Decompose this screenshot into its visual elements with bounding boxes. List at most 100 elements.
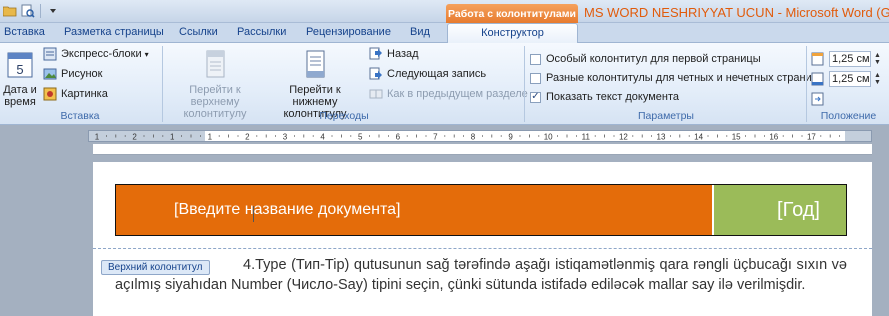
header-title-placeholder[interactable]: [Введите название документа]: [116, 185, 712, 235]
picture-button[interactable]: Рисунок: [42, 65, 103, 83]
group-label-position: Положение: [820, 110, 877, 122]
quick-parts-button[interactable]: Экспресс-блоки ▾: [42, 45, 149, 63]
calendar-icon: 5: [7, 52, 33, 78]
checkbox-different-odd-even[interactable]: [530, 72, 541, 84]
picture-icon: [42, 66, 58, 82]
date-time-label-1: Дата и: [3, 84, 37, 96]
option-different-odd-even[interactable]: Разные колонтитулы для четных и нечетных…: [530, 69, 818, 87]
tab-view[interactable]: Вид: [410, 26, 430, 38]
group-separator: [806, 46, 807, 122]
quick-parts-icon: [42, 46, 58, 62]
previous-section-button[interactable]: Назад: [368, 45, 419, 63]
print-preview-icon[interactable]: [20, 3, 36, 19]
tab-page-layout[interactable]: Разметка страницы: [64, 26, 164, 38]
ruler-label: 1: [95, 133, 100, 142]
previous-page-bottom: [93, 144, 872, 155]
footer-position-spinner[interactable]: 1,25 см ▲ ▼: [810, 70, 881, 88]
tab-references[interactable]: Ссылки: [179, 26, 218, 38]
body-paragraph[interactable]: 4.Type (Тип-Tip) qutusunun sağ tərəfində…: [115, 255, 847, 295]
goto-header-icon: [206, 50, 225, 78]
ribbon-tab-bar: Вставка Разметка страницы Ссылки Рассылк…: [0, 23, 889, 44]
ruler-label: 10: [544, 133, 553, 142]
goto-footer-icon: [306, 50, 325, 78]
ruler-label: 15: [732, 133, 741, 142]
ruler-label: 1: [170, 133, 175, 142]
footer-position-icon: [810, 71, 826, 87]
window-title: MS WORD NESHRIYYAT UCUN - Microsoft Word…: [584, 5, 889, 20]
footer-position-input[interactable]: 1,25 см: [829, 71, 871, 87]
group-label-navigation: Переходы: [319, 110, 369, 122]
ruler-label: 2: [132, 133, 137, 142]
ribbon: 5 Дата и время Экспресс-блоки ▾ Рисунок …: [0, 43, 889, 125]
title-bar: Работа с колонтитулами MS WORD NESHRIYYA…: [0, 0, 889, 23]
link-to-previous-button[interactable]: Как в предыдущем разделе: [368, 85, 528, 103]
qat-separator: [40, 4, 41, 18]
tab-mailings[interactable]: Рассылки: [237, 26, 286, 38]
alignment-tab-icon: [810, 91, 826, 107]
tab-review[interactable]: Рецензирование: [306, 26, 391, 38]
ruler-label: 1: [208, 133, 213, 142]
ruler-label: 17: [807, 133, 816, 142]
header-table: [Введите название документа] [Год]: [115, 184, 847, 236]
open-folder-icon[interactable]: [2, 3, 18, 19]
clipart-label: Картинка: [61, 88, 108, 100]
different-odd-even-label: Разные колонтитулы для четных и нечетных…: [546, 72, 818, 84]
link-icon: [368, 86, 384, 102]
previous-label: Назад: [387, 48, 419, 60]
ruler-label: 16: [769, 133, 778, 142]
ruler-label: 3: [283, 133, 288, 142]
contextual-tab-header-footer-tools: Работа с колонтитулами: [446, 4, 578, 23]
tab-design[interactable]: Конструктор: [447, 23, 578, 44]
group-separator: [162, 46, 163, 122]
svg-text:5: 5: [16, 62, 23, 77]
date-time-button[interactable]: 5 Дата и время: [2, 49, 38, 108]
text-cursor: [253, 206, 254, 222]
checkbox-show-document-text[interactable]: ✓: [530, 91, 541, 103]
ruler-label: 13: [657, 133, 666, 142]
link-to-previous-label: Как в предыдущем разделе: [387, 88, 528, 100]
picture-label: Рисунок: [61, 68, 103, 80]
different-first-page-label: Особый колонтитул для первой страницы: [546, 53, 761, 65]
ruler-ticks: 1 2 1 1 2 3 4 5 6 7 8 9 10 11 12 13 14 15 16 17: [95, 133, 840, 142]
header-position-icon: [810, 51, 826, 67]
group-label-options: Параметры: [638, 110, 694, 122]
ruler-label: 4: [320, 133, 325, 142]
quick-parts-label: Экспресс-блоки: [61, 48, 142, 60]
ruler-label: 7: [433, 133, 438, 142]
header-position-spinner[interactable]: 1,25 см ▲ ▼: [810, 50, 881, 68]
checkbox-different-first-page[interactable]: [530, 53, 541, 65]
header-year-placeholder[interactable]: [Год]: [714, 185, 846, 235]
clipart-button[interactable]: Картинка: [42, 85, 108, 103]
document-area: [Введите название документа] [Год] 4.Typ…: [0, 144, 889, 316]
previous-icon: [368, 46, 384, 62]
insert-alignment-tab-button[interactable]: [810, 90, 826, 108]
header-boundary-line: [93, 248, 872, 249]
option-different-first-page[interactable]: Особый колонтитул для первой страницы: [530, 50, 761, 68]
next-section-button[interactable]: Следующая запись: [368, 65, 486, 83]
clipart-icon: [42, 86, 58, 102]
horizontal-ruler[interactable]: 1 2 1 1 2 3 4 5 6 7 8 9 10 11 12 13 14 15 16 17: [88, 130, 872, 142]
date-time-label-2: время: [4, 96, 36, 108]
footer-position-stepper[interactable]: ▲ ▼: [874, 72, 881, 86]
ruler-label: 5: [358, 133, 363, 142]
group-separator: [524, 46, 525, 122]
ruler-label: 14: [694, 133, 703, 142]
next-label: Следующая запись: [387, 68, 487, 80]
customize-qat-dropdown-icon[interactable]: [45, 3, 61, 19]
goto-footer-label-1: Перейти к нижнему: [289, 84, 341, 108]
ruler-label: 6: [396, 133, 401, 142]
show-document-text-label: Показать текст документа: [546, 91, 680, 103]
tab-insert[interactable]: Вставка: [4, 26, 45, 38]
ruler-label: 9: [508, 133, 513, 142]
quick-access-toolbar: [2, 2, 61, 20]
header-position-input[interactable]: 1,25 см: [829, 51, 871, 67]
header-badge: Верхний колонтитул: [101, 260, 210, 275]
ruler-label: 11: [582, 133, 591, 142]
group-label-insert: Вставка: [60, 110, 100, 122]
option-show-document-text[interactable]: ✓ Показать текст документа: [530, 88, 679, 106]
ruler-label: 2: [245, 133, 250, 142]
next-icon: [368, 66, 384, 82]
body-paragraph-text: 4.Type (Тип-Tip) qutusunun sağ tərəfində…: [115, 257, 847, 293]
header-position-stepper[interactable]: ▲ ▼: [874, 52, 881, 66]
document-page[interactable]: [Введите название документа] [Год] 4.Typ…: [93, 162, 872, 316]
